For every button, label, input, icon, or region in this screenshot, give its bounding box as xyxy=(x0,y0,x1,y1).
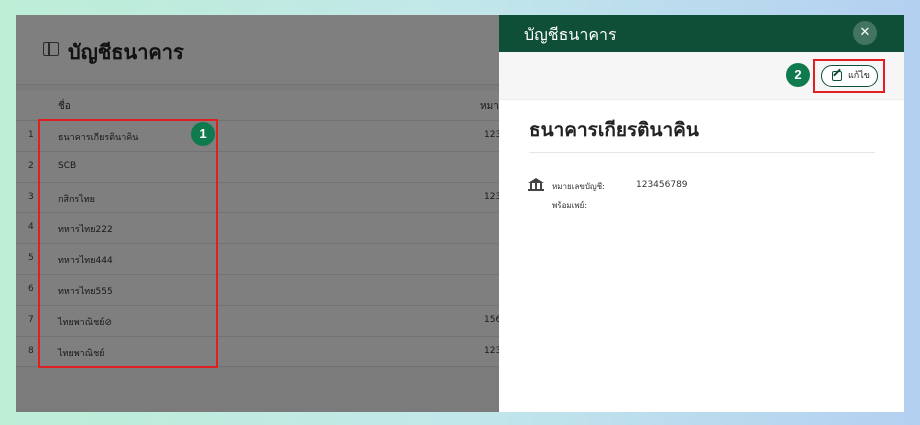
edit-icon xyxy=(832,71,842,81)
promptpay-label: พร้อมเพย์: xyxy=(552,201,588,210)
app-frame: บัญชีธนาคาร ชื่อ หมา 1 ธนาคารเกียรตินาคิ… xyxy=(16,15,904,412)
highlight-box-bank-list xyxy=(38,119,218,368)
bank-icon xyxy=(528,178,544,192)
drawer-header: บัญชีธนาคาร ✕ xyxy=(499,15,904,52)
bank-name-heading: ธนาคารเกียรตินาคิน xyxy=(529,119,699,141)
account-number-label: หมายเลขบัญชี: xyxy=(552,182,605,191)
step-badge-2: 2 xyxy=(786,63,810,87)
bank-detail-drawer: บัญชีธนาคาร ✕ 2 แก้ไข ธนาคารเกียรตินาคิน… xyxy=(499,15,904,412)
divider xyxy=(529,152,875,153)
step-badge-1: 1 xyxy=(191,122,215,146)
edit-button-label: แก้ไข xyxy=(848,71,870,81)
account-number-value: 123456789 xyxy=(636,180,688,190)
close-icon[interactable]: ✕ xyxy=(853,21,877,45)
edit-button[interactable]: แก้ไข xyxy=(821,65,878,87)
drawer-title: บัญชีธนาคาร xyxy=(524,25,617,44)
